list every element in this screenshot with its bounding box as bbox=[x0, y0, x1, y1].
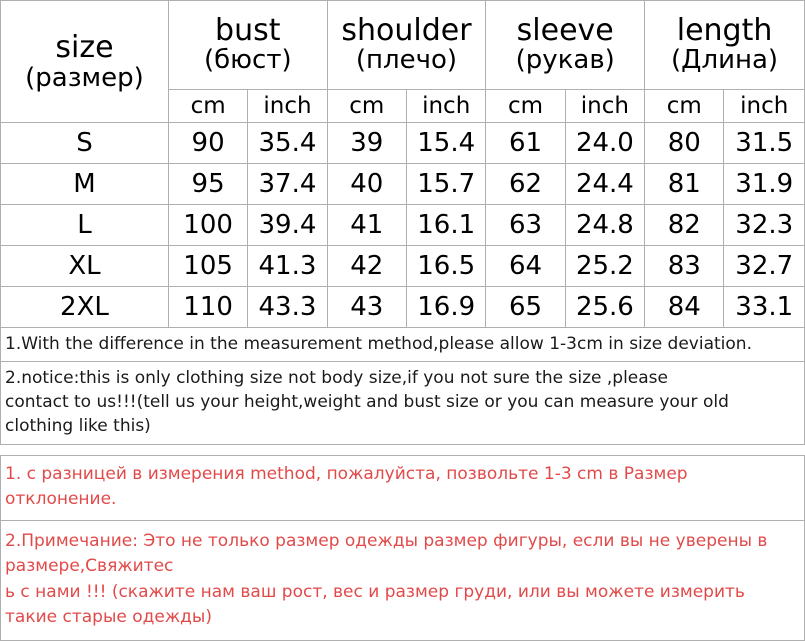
unit-sleeve-inch: inch bbox=[564, 89, 646, 123]
header-length: length (Длина) bbox=[644, 0, 805, 90]
cell-length-cm: 82 bbox=[644, 204, 725, 246]
header-length-ru: (Длина) bbox=[671, 45, 779, 76]
cell-sleeve-cm: 65 bbox=[485, 286, 566, 328]
table-row: 2XL 110 43.3 43 16.9 65 25.6 84 33.1 bbox=[0, 286, 805, 328]
unit-length-inch: inch bbox=[723, 89, 805, 123]
header-sleeve-en: sleeve bbox=[516, 13, 614, 49]
note-en-1: 1.With the difference in the measurement… bbox=[1, 328, 804, 363]
cell-size: S bbox=[0, 122, 169, 164]
cell-bust-cm: 105 bbox=[167, 245, 249, 287]
cell-bust-cm: 110 bbox=[167, 286, 249, 328]
cell-bust-inch: 41.3 bbox=[247, 245, 328, 287]
cell-sleeve-cm: 63 bbox=[485, 204, 566, 246]
header-sleeve-ru: (рукав) bbox=[515, 45, 615, 76]
header-row-main: size (размер) bust (бюст) shoulder (плеч… bbox=[0, 0, 805, 123]
cell-bust-cm: 90 bbox=[167, 122, 249, 164]
cell-size: M bbox=[0, 163, 169, 205]
cell-shoulder-cm: 41 bbox=[326, 204, 408, 246]
section-spacer bbox=[0, 444, 805, 455]
cell-bust-cm: 95 bbox=[167, 163, 249, 205]
cell-length-cm: 80 bbox=[644, 122, 725, 164]
table-row: L 100 39.4 41 16.1 63 24.8 82 32.3 bbox=[0, 204, 805, 246]
table-row: S 90 35.4 39 15.4 61 24.0 80 31.5 bbox=[0, 122, 805, 164]
cell-size: 2XL bbox=[0, 286, 169, 328]
size-chart-page: size (размер) bust (бюст) shoulder (плеч… bbox=[0, 0, 805, 641]
cell-length-inch: 33.1 bbox=[723, 286, 805, 328]
cell-length-inch: 32.7 bbox=[723, 245, 805, 287]
header-size-ru: (размер) bbox=[25, 62, 144, 93]
cell-bust-inch: 37.4 bbox=[247, 163, 328, 205]
cell-shoulder-inch: 16.5 bbox=[405, 245, 487, 287]
cell-shoulder-cm: 43 bbox=[326, 286, 408, 328]
size-chart-table: size (размер) bust (бюст) shoulder (плеч… bbox=[0, 0, 805, 328]
cell-shoulder-cm: 39 bbox=[326, 122, 408, 164]
cell-sleeve-cm: 61 bbox=[485, 122, 566, 164]
cell-shoulder-inch: 16.1 bbox=[405, 204, 487, 246]
header-size: size (размер) bbox=[0, 0, 169, 123]
cell-size: L bbox=[0, 204, 169, 246]
cell-shoulder-inch: 15.7 bbox=[405, 163, 487, 205]
cell-size: XL bbox=[0, 245, 169, 287]
header-length-en: length bbox=[676, 13, 773, 49]
table-header: size (размер) bust (бюст) shoulder (плеч… bbox=[0, 0, 805, 123]
cell-sleeve-inch: 24.0 bbox=[564, 122, 646, 164]
cell-length-inch: 31.5 bbox=[723, 122, 805, 164]
cell-bust-inch: 43.3 bbox=[247, 286, 328, 328]
cell-length-inch: 31.9 bbox=[723, 163, 805, 205]
unit-shoulder-cm: cm bbox=[326, 89, 408, 123]
header-shoulder-en: shoulder bbox=[341, 13, 472, 49]
cell-shoulder-inch: 15.4 bbox=[405, 122, 487, 164]
table-body: S 90 35.4 39 15.4 61 24.0 80 31.5 M 95 3… bbox=[0, 122, 805, 328]
header-shoulder-ru: (плечо) bbox=[355, 45, 458, 76]
unit-length-cm: cm bbox=[644, 89, 725, 123]
notes-russian: 1. с разницей в измерения method, пожалу… bbox=[0, 454, 805, 641]
cell-shoulder-cm: 42 bbox=[326, 245, 408, 287]
unit-sleeve-cm: cm bbox=[485, 89, 566, 123]
cell-bust-inch: 35.4 bbox=[247, 122, 328, 164]
cell-sleeve-inch: 24.4 bbox=[564, 163, 646, 205]
cell-shoulder-cm: 40 bbox=[326, 163, 408, 205]
note-en-2: 2.notice:this is only clothing size not … bbox=[5, 368, 729, 437]
cell-bust-cm: 100 bbox=[167, 204, 249, 246]
header-bust-en: bust bbox=[215, 13, 281, 49]
cell-sleeve-cm: 64 bbox=[485, 245, 566, 287]
header-size-en: size bbox=[55, 29, 114, 65]
cell-length-cm: 81 bbox=[644, 163, 725, 205]
cell-sleeve-inch: 25.6 bbox=[564, 286, 646, 328]
unit-shoulder-inch: inch bbox=[405, 89, 487, 123]
header-sleeve: sleeve (рукав) bbox=[485, 0, 646, 90]
header-shoulder: shoulder (плечо) bbox=[326, 0, 487, 90]
cell-length-cm: 83 bbox=[644, 245, 725, 287]
cell-length-inch: 32.3 bbox=[723, 204, 805, 246]
notes-english: 1.With the difference in the measurement… bbox=[0, 328, 805, 445]
cell-bust-inch: 39.4 bbox=[247, 204, 328, 246]
cell-sleeve-inch: 24.8 bbox=[564, 204, 646, 246]
note-ru-1: 1. с разницей в измерения method, пожалу… bbox=[1, 456, 804, 521]
table-row: M 95 37.4 40 15.7 62 24.4 81 31.9 bbox=[0, 163, 805, 205]
cell-length-cm: 84 bbox=[644, 286, 725, 328]
header-bust-ru: (бюст) bbox=[203, 45, 292, 76]
cell-shoulder-inch: 16.9 bbox=[405, 286, 487, 328]
unit-bust-cm: cm bbox=[167, 89, 249, 123]
unit-bust-inch: inch bbox=[247, 89, 328, 123]
cell-sleeve-cm: 62 bbox=[485, 163, 566, 205]
note-ru-2: 2.Примечание: Это не только размер одежд… bbox=[5, 530, 768, 628]
header-bust: bust (бюст) bbox=[167, 0, 328, 90]
cell-sleeve-inch: 25.2 bbox=[564, 245, 646, 287]
table-row: XL 105 41.3 42 16.5 64 25.2 83 32.7 bbox=[0, 245, 805, 287]
